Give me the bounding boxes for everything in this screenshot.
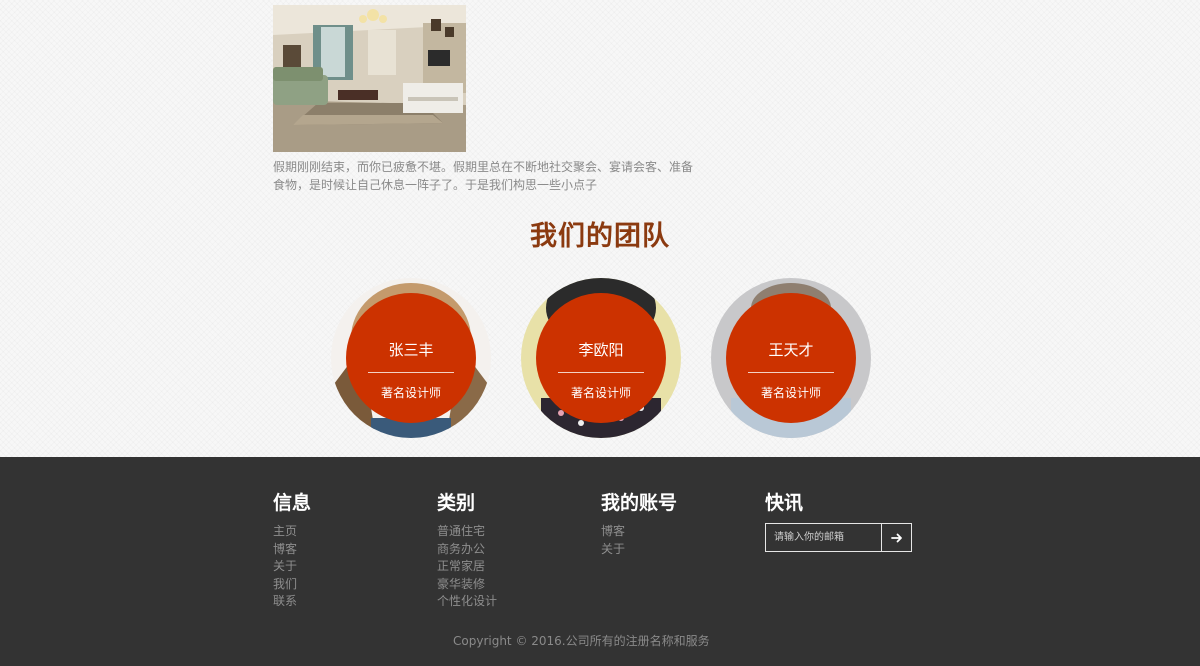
email-input[interactable] [766, 524, 882, 551]
member-title: 著名设计师 [570, 386, 631, 400]
divider [368, 372, 454, 373]
footer-info-heading: 信息 [273, 492, 312, 514]
copyright-text: Copyright © 2016.公司所有的注册名称和服务 [453, 634, 710, 648]
team-member-card[interactable]: 李欧阳 著名设计师 [521, 278, 681, 438]
footer-link[interactable]: 关于 [273, 558, 311, 576]
footer-newsletter-column: 快讯 [765, 491, 912, 552]
member-overlay: 王天才 著名设计师 [726, 293, 856, 423]
footer-link[interactable]: 联系 [273, 593, 311, 611]
footer-link[interactable]: 主页 [273, 523, 311, 541]
footer-account-column: 我的账号 博客 关于 [601, 491, 677, 558]
arrow-right-icon [890, 533, 902, 542]
team-heading: 我们的团队 [530, 221, 670, 252]
footer-link[interactable]: 商务办公 [437, 541, 497, 559]
footer-link[interactable]: 我们 [273, 576, 311, 594]
footer-account-heading: 我的账号 [601, 492, 678, 514]
team-member-card[interactable]: 张三丰 著名设计师 [331, 278, 491, 438]
footer-link[interactable]: 豪华装修 [437, 576, 497, 594]
footer-info-column: 信息 主页 博客 关于 我们 联系 [273, 491, 311, 611]
member-name: 王天才 [768, 341, 814, 359]
member-title: 著名设计师 [380, 386, 441, 400]
newsletter-form [765, 523, 912, 552]
member-title: 著名设计师 [760, 386, 821, 400]
divider [748, 372, 834, 373]
footer-info-links: 主页 博客 关于 我们 联系 [273, 523, 311, 611]
member-overlay: 张三丰 著名设计师 [346, 293, 476, 423]
member-name: 李欧阳 [578, 341, 624, 359]
footer-link[interactable]: 博客 [601, 523, 677, 541]
member-overlay: 李欧阳 著名设计师 [536, 293, 666, 423]
footer-categories-links: 普通住宅 商务办公 正常家居 豪华装修 个性化设计 [437, 523, 497, 611]
living-room-photo[interactable] [273, 5, 466, 152]
footer-categories-column: 类别 普通住宅 商务办公 正常家居 豪华装修 个性化设计 [437, 491, 497, 611]
footer-newsletter-heading: 快讯 [765, 492, 804, 514]
blog-excerpt: 假期刚刚结束，而你已疲惫不堪。假期里总在不断地社交聚会、宴请会客、准备食物，是时… [273, 160, 694, 192]
site-footer: 信息 主页 博客 关于 我们 联系 类别 普通住宅 商务办公 正常家居 豪华装修… [0, 457, 1200, 666]
footer-categories-heading: 类别 [437, 492, 476, 514]
footer-account-links: 博客 关于 [601, 523, 677, 558]
footer-link[interactable]: 博客 [273, 541, 311, 559]
footer-link[interactable]: 正常家居 [437, 558, 497, 576]
team-member-card[interactable]: 王天才 著名设计师 [711, 278, 871, 438]
footer-link[interactable]: 普通住宅 [437, 523, 497, 541]
footer-link[interactable]: 关于 [601, 541, 677, 559]
member-name: 张三丰 [388, 341, 434, 359]
subscribe-button[interactable] [882, 524, 911, 551]
footer-link[interactable]: 个性化设计 [437, 593, 497, 611]
divider [558, 372, 644, 373]
living-room-illustration [273, 5, 466, 152]
